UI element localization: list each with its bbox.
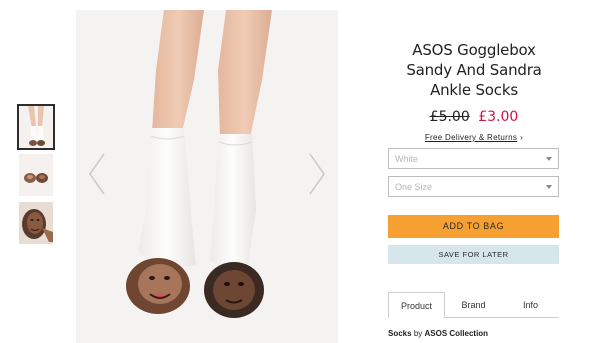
product-title: ASOS Gogglebox Sandy And Sandra Ankle So… — [406, 41, 542, 99]
thumbnail-face-image — [19, 202, 53, 244]
add-to-bag-button[interactable]: ADD TO BAG — [388, 215, 559, 238]
price-block: £5.00 £3.00 — [388, 109, 560, 125]
chevron-right-icon — [309, 153, 325, 195]
previous-image-button[interactable] — [86, 150, 108, 198]
sale-price: £3.00 — [478, 109, 519, 125]
product-details-panel: ASOS Gogglebox Sandy And Sandra Ankle So… — [388, 40, 560, 338]
product-byline: Socks by ASOS Collection — [388, 329, 488, 338]
brand-link[interactable]: ASOS Collection — [425, 329, 489, 338]
product-tabs: Product Brand Info — [388, 292, 559, 319]
thumbnail-3[interactable] — [19, 202, 53, 244]
product-main-image — [76, 10, 338, 343]
category-label: Socks — [388, 329, 412, 338]
tab-info[interactable]: Info — [502, 292, 559, 318]
thumbnail-list — [17, 104, 55, 250]
delivery-info: Free Delivery & Returns › — [388, 133, 560, 142]
next-image-button[interactable] — [306, 150, 328, 198]
save-for-later-button[interactable]: SAVE FOR LATER — [388, 245, 559, 264]
thumbnail-feet-image — [19, 154, 53, 196]
color-select[interactable]: White — [388, 148, 559, 169]
size-select-value: One Size — [395, 182, 433, 192]
chevron-right-small-icon: › — [520, 133, 524, 142]
size-select[interactable]: One Size — [388, 176, 559, 197]
free-delivery-link[interactable]: Free Delivery & Returns — [425, 133, 517, 142]
legs-socks-photo — [76, 10, 338, 343]
thumbnail-1[interactable] — [17, 104, 55, 150]
chevron-left-icon — [89, 153, 105, 195]
chevron-down-icon — [546, 157, 552, 161]
tab-brand[interactable]: Brand — [445, 292, 502, 318]
tab-product[interactable]: Product — [388, 292, 445, 319]
chevron-down-icon — [546, 185, 552, 189]
color-select-value: White — [395, 154, 419, 164]
thumbnail-legs-image — [19, 106, 53, 148]
thumbnail-2[interactable] — [19, 154, 53, 196]
original-price: £5.00 — [429, 109, 470, 125]
by-text: by — [413, 329, 423, 338]
